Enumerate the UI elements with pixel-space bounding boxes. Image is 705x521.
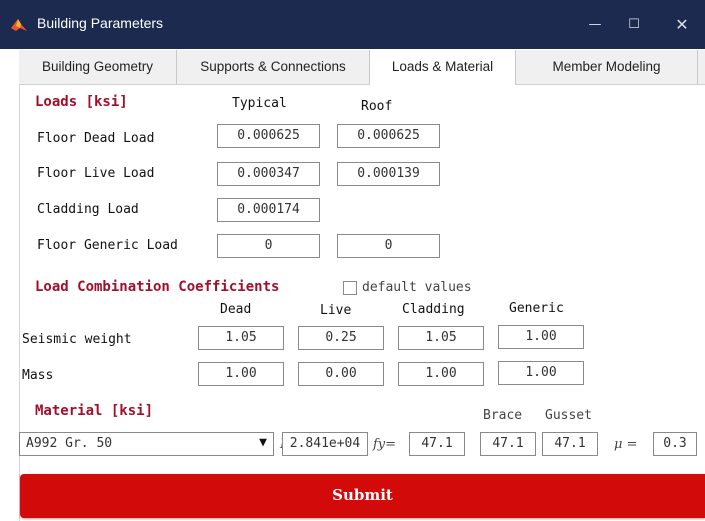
chevron-down-icon: ▼ [259, 435, 267, 450]
generic-header: Generic [509, 301, 564, 316]
gusset-fy-field[interactable]: 47.1 [542, 432, 598, 456]
material-grade-select[interactable]: A992 Gr. 50 ▼ [19, 432, 274, 456]
dead-header: Dead [220, 302, 252, 317]
minimize-button[interactable]: — [580, 10, 610, 40]
mu-field[interactable]: 0.3 [653, 432, 697, 456]
mu-label: μ = [614, 437, 638, 452]
seismic-generic-field[interactable]: 1.00 [498, 325, 584, 349]
mass-live-field[interactable]: 0.00 [298, 362, 384, 386]
roof-header: Roof [361, 99, 393, 114]
gusset-header: Gusset [545, 408, 592, 423]
seismic-cladding-field[interactable]: 1.05 [398, 326, 484, 350]
floor-dead-load-label: Floor Dead Load [37, 131, 155, 146]
e-modulus-field[interactable]: 2.841e+04 [282, 432, 368, 456]
loads-section-title: Loads [ksi] [35, 94, 128, 110]
load-combination-section-title: Load Combination Coefficients [35, 279, 280, 295]
floor-generic-typical-field[interactable]: 0 [217, 234, 320, 258]
tab-member-modeling[interactable]: Member Modeling [516, 50, 698, 84]
brace-header: Brace [483, 408, 523, 423]
floor-generic-load-label: Floor Generic Load [37, 238, 178, 253]
seismic-dead-field[interactable]: 1.05 [198, 326, 284, 350]
floor-live-load-label: Floor Live Load [37, 166, 155, 181]
tab-strip: Building Geometry Supports & Connections… [19, 50, 705, 85]
maximize-button[interactable]: ☐ [619, 10, 649, 40]
mass-dead-field[interactable]: 1.00 [198, 362, 284, 386]
default-values-checkbox[interactable] [343, 281, 357, 295]
floor-dead-typical-field[interactable]: 0.000625 [217, 124, 320, 148]
mass-label: Mass [22, 368, 54, 383]
title-bar: Building Parameters — ☐ ✕ [0, 0, 705, 49]
floor-dead-roof-field[interactable]: 0.000625 [337, 124, 440, 148]
floor-live-typical-field[interactable]: 0.000347 [217, 162, 320, 186]
submit-button[interactable]: Submit [20, 474, 705, 518]
mass-cladding-field[interactable]: 1.00 [398, 362, 484, 386]
material-grade-value: A992 Gr. 50 [26, 436, 113, 451]
cladding-typical-field[interactable]: 0.000174 [217, 198, 320, 222]
cladding-header: Cladding [402, 302, 465, 317]
tab-loads-material[interactable]: Loads & Material [370, 50, 516, 85]
typical-header: Typical [232, 96, 287, 111]
floor-live-roof-field[interactable]: 0.000139 [337, 162, 440, 186]
material-section-title: Material [ksi] [35, 403, 154, 419]
floor-generic-roof-field[interactable]: 0 [337, 234, 440, 258]
fy-field[interactable]: 47.1 [409, 432, 465, 456]
brace-fy-field[interactable]: 47.1 [480, 432, 536, 456]
tab-building-geometry[interactable]: Building Geometry [19, 50, 177, 84]
seismic-live-field[interactable]: 0.25 [298, 326, 384, 350]
window-title: Building Parameters [37, 15, 164, 31]
live-header: Live [320, 303, 352, 318]
seismic-weight-label: Seismic weight [22, 332, 132, 347]
matlab-icon [11, 19, 27, 31]
tab-supports-connections[interactable]: Supports & Connections [177, 50, 370, 84]
close-button[interactable]: ✕ [667, 10, 697, 40]
cladding-load-label: Cladding Load [37, 202, 139, 217]
fy-label: fy= [373, 437, 397, 452]
mass-generic-field[interactable]: 1.00 [498, 361, 584, 385]
default-values-label: default values [362, 280, 472, 295]
